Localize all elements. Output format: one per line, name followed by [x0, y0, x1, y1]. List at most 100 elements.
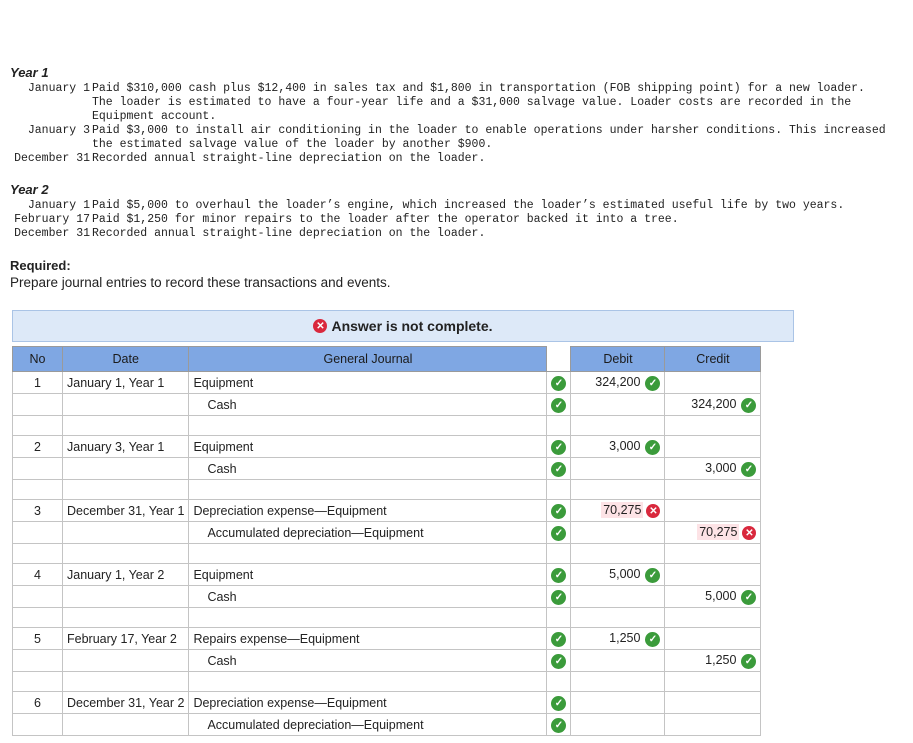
- credit-input[interactable]: [664, 499, 762, 522]
- spacer-cell: [188, 671, 548, 692]
- credit-input[interactable]: 5,000 ✓: [664, 585, 762, 608]
- header-general-journal: General Journal: [188, 346, 548, 372]
- account-select[interactable]: Cash: [188, 393, 548, 416]
- check-circle-icon: ✓: [741, 397, 757, 413]
- credit-input[interactable]: 324,200 ✓: [664, 393, 762, 416]
- spacer-row: [12, 479, 762, 500]
- debit-value: [656, 653, 660, 669]
- debit-input[interactable]: [570, 457, 666, 480]
- credit-input[interactable]: [664, 691, 762, 714]
- year1-label: Year 1: [10, 65, 49, 80]
- date-select[interactable]: December 31, Year 2: [61, 691, 190, 714]
- debit-input[interactable]: [570, 649, 666, 672]
- spacer-cell: [570, 415, 666, 436]
- date-select[interactable]: December 31, Year 1: [61, 499, 190, 522]
- spacer-cell: [664, 415, 762, 436]
- credit-value: 324,200: [691, 396, 737, 411]
- account-select[interactable]: Equipment: [188, 371, 548, 394]
- table-row: Cash ✓ 1,250 ✓: [12, 649, 762, 672]
- check-circle-icon: ✓: [645, 439, 661, 455]
- date-select[interactable]: February 17, Year 2: [61, 627, 190, 650]
- account-status-cell: ✓: [546, 393, 572, 416]
- account-select[interactable]: Depreciation expense—Equipment: [188, 691, 548, 714]
- debit-input[interactable]: [570, 393, 666, 416]
- check-circle-icon: ✓: [551, 589, 567, 605]
- account-select[interactable]: Cash: [188, 649, 548, 672]
- spacer-cell: [61, 543, 190, 564]
- account-status-cell: ✓: [546, 627, 572, 650]
- debit-input[interactable]: 3,000 ✓: [570, 435, 666, 458]
- credit-input[interactable]: [664, 627, 762, 650]
- check-circle-icon: ✓: [551, 567, 567, 583]
- spacer-cell: [61, 607, 190, 628]
- date-select[interactable]: January 3, Year 1: [61, 435, 190, 458]
- account-select[interactable]: Cash: [188, 457, 548, 480]
- account-status-cell: ✓: [546, 457, 572, 480]
- credit-value: [752, 631, 756, 647]
- spacer-cell: [546, 415, 572, 436]
- spacer-cell: [61, 479, 190, 500]
- debit-input[interactable]: 324,200 ✓: [570, 371, 666, 394]
- table-row: 2 January 3, Year 1 Equipment ✓ 3,000 ✓: [12, 435, 762, 458]
- credit-input[interactable]: [664, 435, 762, 458]
- credit-input[interactable]: 1,250 ✓: [664, 649, 762, 672]
- entry-number: 2: [12, 435, 63, 458]
- credit-input[interactable]: [664, 371, 762, 394]
- spacer-cell: [546, 543, 572, 564]
- debit-input[interactable]: 5,000 ✓: [570, 563, 666, 586]
- credit-input[interactable]: [664, 563, 762, 586]
- debit-input[interactable]: [570, 585, 666, 608]
- debit-input[interactable]: [570, 521, 666, 544]
- account-select[interactable]: Equipment: [188, 563, 548, 586]
- account-select[interactable]: Depreciation expense—Equipment: [188, 499, 548, 522]
- x-circle-icon: ✕: [646, 504, 661, 519]
- credit-value: [752, 439, 756, 455]
- entry-number: [12, 585, 63, 608]
- check-circle-icon: ✓: [551, 439, 567, 455]
- credit-value: 1,250: [705, 652, 737, 667]
- account-select[interactable]: Cash: [188, 585, 548, 608]
- spacer-cell: [188, 415, 548, 436]
- header-date: Date: [61, 346, 190, 372]
- credit-value: [752, 695, 756, 711]
- x-circle-icon: ✕: [742, 526, 757, 541]
- spacer-row: [12, 671, 762, 692]
- debit-input[interactable]: 1,250 ✓: [570, 627, 666, 650]
- credit-input[interactable]: 70,275 ✕: [664, 521, 762, 544]
- table-row: 3 December 31, Year 1 Depreciation expense…: [12, 499, 762, 522]
- banner-text: Answer is not complete.: [331, 318, 493, 334]
- debit-input[interactable]: [570, 713, 666, 736]
- account-select[interactable]: Accumulated depreciation—Equipment: [188, 521, 548, 544]
- header-status: [546, 346, 572, 372]
- entry-number: [12, 649, 63, 672]
- debit-value: [656, 695, 660, 711]
- credit-input[interactable]: 3,000 ✓: [664, 457, 762, 480]
- account-select[interactable]: Accumulated depreciation—Equipment: [188, 713, 548, 736]
- table-header-row: No Date General Journal Debit Credit: [12, 346, 762, 372]
- debit-input[interactable]: [570, 691, 666, 714]
- debit-value: 324,200: [595, 374, 641, 389]
- spacer-cell: [188, 607, 548, 628]
- date-select: [61, 521, 190, 544]
- account-select[interactable]: Repairs expense—Equipment: [188, 627, 548, 650]
- spacer-cell: [61, 415, 190, 436]
- date-select: [61, 585, 190, 608]
- debit-input[interactable]: 70,275 ✕: [570, 499, 666, 522]
- account-status-cell: ✓: [546, 499, 572, 522]
- spacer-cell: [570, 479, 666, 500]
- credit-input[interactable]: [664, 713, 762, 736]
- entry-number: [12, 393, 63, 416]
- debit-value: [656, 717, 660, 733]
- date-select[interactable]: January 1, Year 2: [61, 563, 190, 586]
- check-circle-icon: ✓: [551, 525, 567, 541]
- date-select[interactable]: January 1, Year 1: [61, 371, 190, 394]
- check-circle-icon: ✓: [551, 461, 567, 477]
- entry-number: [12, 713, 63, 736]
- check-circle-icon: ✓: [551, 375, 567, 391]
- spacer-cell: [61, 671, 190, 692]
- spacer-cell: [546, 479, 572, 500]
- spacer-cell: [12, 671, 63, 692]
- account-select[interactable]: Equipment: [188, 435, 548, 458]
- credit-value: 5,000: [705, 588, 737, 603]
- entry-number: 6: [12, 691, 63, 714]
